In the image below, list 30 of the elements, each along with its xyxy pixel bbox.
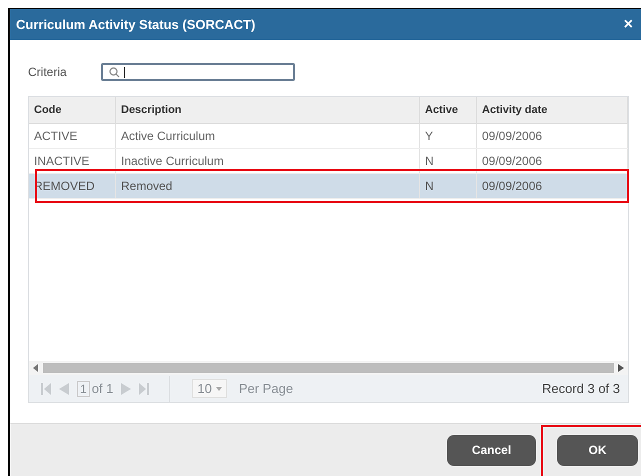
close-button[interactable]: × (624, 16, 633, 32)
table-cell: Active Curriculum (116, 124, 420, 148)
window-title: Curriculum Activity Status (SORCACT) (16, 17, 256, 32)
table-cell: 09/09/2006 (476, 124, 628, 148)
column-header[interactable]: Active (420, 97, 476, 124)
table-row[interactable]: ACTIVE Active Curriculum Y 09/09/2006 (29, 124, 628, 148)
page-count: of 1 (92, 381, 114, 396)
criteria-label: Criteria (28, 65, 68, 79)
scroll-left-icon[interactable] (33, 364, 39, 372)
search-field[interactable] (101, 63, 295, 81)
first-page-icon[interactable] (41, 382, 51, 394)
column-header[interactable]: Description (116, 97, 420, 124)
table-cell: Removed (116, 174, 420, 198)
search-icon (109, 66, 120, 78)
record-count: Record 3 of 3 (542, 381, 620, 396)
table-cell: N (420, 174, 476, 198)
per-page-label: Per Page (238, 381, 294, 396)
previous-page-icon[interactable] (59, 382, 69, 394)
next-page-icon[interactable] (121, 382, 132, 394)
column-header[interactable]: Activity date (476, 97, 628, 124)
dialog-button[interactable]: OK (557, 434, 638, 466)
dialog-button[interactable]: Cancel (447, 434, 536, 466)
table-cell: ACTIVE (29, 124, 116, 148)
dropdown-caret-icon (216, 386, 222, 390)
table-cell: 09/09/2006 (476, 174, 628, 198)
scroll-right-icon[interactable] (618, 364, 624, 372)
table-cell: Y (420, 124, 476, 148)
horizontal-scrollbar[interactable] (29, 361, 628, 375)
column-header[interactable]: Code (29, 97, 116, 124)
last-page-icon[interactable] (139, 382, 150, 394)
